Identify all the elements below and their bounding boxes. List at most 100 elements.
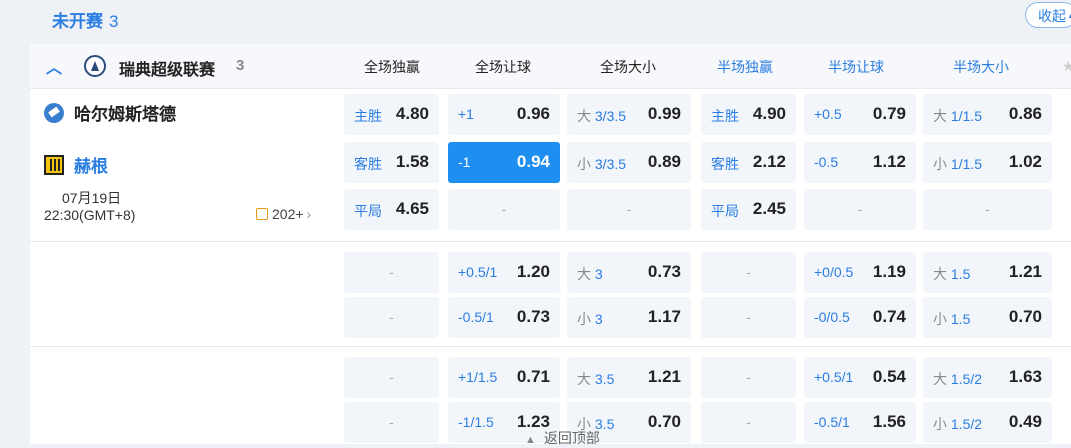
back-to-top-button[interactable]: ▲ 返回顶部 [525, 428, 600, 448]
odds-cell-half-total: - [923, 189, 1052, 230]
odds-cell-half-handicap[interactable]: +0.5/1 0.54 [804, 357, 916, 398]
league-count: 3 [236, 57, 245, 74]
odds-cell-full-total[interactable]: 小 3/3.5 0.89 [567, 142, 691, 183]
odds-empty: - [501, 201, 507, 217]
odds-cell-half-handicap[interactable]: -0.5/1 1.56 [804, 402, 916, 443]
odds-cell-full-1x2: - [344, 402, 439, 443]
odds-empty: - [389, 264, 394, 280]
odds-label: 小 3/3.5 [577, 154, 626, 174]
odds-cell-half-total[interactable]: 大 1/1.5 0.86 [923, 94, 1052, 135]
odds-cell-full-1x2[interactable]: 客胜 1.58 [344, 142, 439, 183]
odds-line: -1 [458, 154, 471, 170]
odds-value: 0.73 [647, 262, 681, 281]
odds-label: +0/0.5 [814, 264, 853, 280]
odds-empty: - [857, 201, 863, 217]
odds-cell-full-total[interactable]: 大 3/3.5 0.99 [567, 94, 691, 135]
odds-cell-half-handicap[interactable]: +0.5 0.79 [804, 94, 916, 135]
odds-cell-full-1x2: - [344, 357, 439, 398]
odds-cell-full-handicap[interactable]: -1 0.94 [448, 142, 560, 183]
odds-value: 0.49 [1008, 412, 1042, 431]
odds-cell-half-total[interactable]: 小 1.5 0.70 [923, 297, 1052, 338]
odds-label: +0.5/1 [814, 369, 853, 385]
odds-cell-full-handicap[interactable]: -0.5/1 0.73 [448, 297, 560, 338]
header-full-total: 全场大小 [600, 59, 656, 75]
odds-line: 1.5/2 [950, 371, 983, 387]
odds-cell-full-handicap[interactable]: +1/1.5 0.71 [448, 357, 560, 398]
odds-label: +0.5/1 [458, 264, 497, 280]
odds-value: 1.58 [395, 152, 429, 171]
odds-cell-full-1x2[interactable]: 主胜 4.80 [344, 94, 439, 135]
odds-empty: - [746, 264, 751, 280]
odds-prefix: 小 [933, 416, 947, 432]
collapse-button[interactable]: 收起▲ [1025, 2, 1071, 28]
odds-cell-half-total[interactable]: 小 1.5/2 0.49 [923, 402, 1052, 443]
away-team-name: 赫根 [74, 157, 108, 176]
odds-cell-full-handicap: - [448, 189, 560, 230]
section-title-text: 未开赛 [52, 12, 103, 31]
odds-cell-full-1x2[interactable]: 平局 4.65 [344, 189, 439, 230]
odds-cell-full-total[interactable]: 小 3 1.17 [567, 297, 691, 338]
odds-cell-half-handicap[interactable]: -0.5 1.12 [804, 142, 916, 183]
odds-value: 1.17 [647, 307, 681, 326]
odds-empty: - [746, 414, 751, 430]
odds-label: 小 1/1.5 [933, 154, 982, 174]
odds-cell-half-1x2[interactable]: 平局 2.45 [701, 189, 796, 230]
odds-empty: - [389, 414, 394, 430]
odds-prefix: 大 [933, 266, 947, 282]
odds-cell-half-1x2: - [701, 297, 796, 338]
more-markets-link[interactable]: 202+ › [256, 206, 311, 222]
odds-line: 平局 [354, 203, 382, 219]
odds-line: 1.5 [950, 311, 971, 327]
odds-line: 3/3.5 [594, 108, 627, 124]
odds-cell-half-handicap: - [804, 189, 916, 230]
odds-cell-full-total: - [567, 189, 691, 230]
odds-label: 小 3 [577, 309, 603, 329]
league-logo-icon [84, 55, 106, 77]
odds-value: 0.71 [516, 367, 550, 386]
odds-value: 1.12 [872, 152, 906, 171]
chevron-up-icon[interactable]: ︿ [46, 54, 62, 78]
odds-line: 1.5/2 [950, 416, 983, 432]
odds-label: 客胜 [711, 154, 739, 174]
home-team[interactable]: 哈尔姆斯塔德 [44, 100, 176, 125]
star-icon[interactable]: ★ [1062, 58, 1071, 75]
odds-label: 大 3 [577, 264, 603, 284]
more-markets-count: 202+ [272, 206, 304, 222]
away-team[interactable]: 赫根 [44, 152, 108, 177]
match-datetime: 07月19日 22:30(GMT+8) [44, 190, 135, 224]
odds-label: -1 [458, 154, 470, 170]
odds-cell-half-1x2[interactable]: 主胜 4.90 [701, 94, 796, 135]
odds-cell-half-1x2: - [701, 402, 796, 443]
odds-cell-full-handicap[interactable]: +0.5/1 1.20 [448, 252, 560, 293]
odds-cell-half-1x2: - [701, 357, 796, 398]
odds-line: -0.5 [814, 154, 839, 170]
header-full-1x2: 全场独赢 [364, 59, 420, 75]
section-header: 未开赛 3 收起▲ [0, 0, 1071, 38]
odds-cell-half-1x2[interactable]: 客胜 2.12 [701, 142, 796, 183]
odds-value: 0.70 [647, 412, 681, 431]
header-half-handicap: 半场让球 [828, 59, 884, 75]
odds-value: 1.56 [872, 412, 906, 431]
odds-cell-full-1x2: - [344, 297, 439, 338]
odds-value: 1.20 [516, 262, 550, 281]
odds-cell-half-handicap[interactable]: +0/0.5 1.19 [804, 252, 916, 293]
league-name: 瑞典超级联赛 [119, 62, 216, 79]
odds-value: 0.96 [516, 104, 550, 123]
match-panel: ︿ 瑞典超级联赛 3 全场独赢 全场让球 全场大小 半场独赢 半场让球 半场大小… [30, 44, 1071, 444]
row-divider [30, 346, 1071, 347]
header-half-total: 半场大小 [953, 59, 1009, 75]
odds-line: 主胜 [711, 108, 739, 124]
odds-label: +1/1.5 [458, 369, 497, 385]
odds-cell-half-total[interactable]: 大 1.5 1.21 [923, 252, 1052, 293]
odds-line: -0.5/1 [814, 414, 850, 430]
odds-label: 大 1/1.5 [933, 106, 982, 126]
chevron-right-icon: › [306, 206, 312, 222]
odds-cell-full-total[interactable]: 大 3.5 1.21 [567, 357, 691, 398]
markets-icon [256, 208, 268, 220]
odds-cell-half-total[interactable]: 小 1/1.5 1.02 [923, 142, 1052, 183]
odds-cell-half-total[interactable]: 大 1.5/2 1.63 [923, 357, 1052, 398]
odds-value: 1.02 [1008, 152, 1042, 171]
odds-cell-half-handicap[interactable]: -0/0.5 0.74 [804, 297, 916, 338]
odds-cell-full-handicap[interactable]: +1 0.96 [448, 94, 560, 135]
odds-cell-full-total[interactable]: 大 3 0.73 [567, 252, 691, 293]
